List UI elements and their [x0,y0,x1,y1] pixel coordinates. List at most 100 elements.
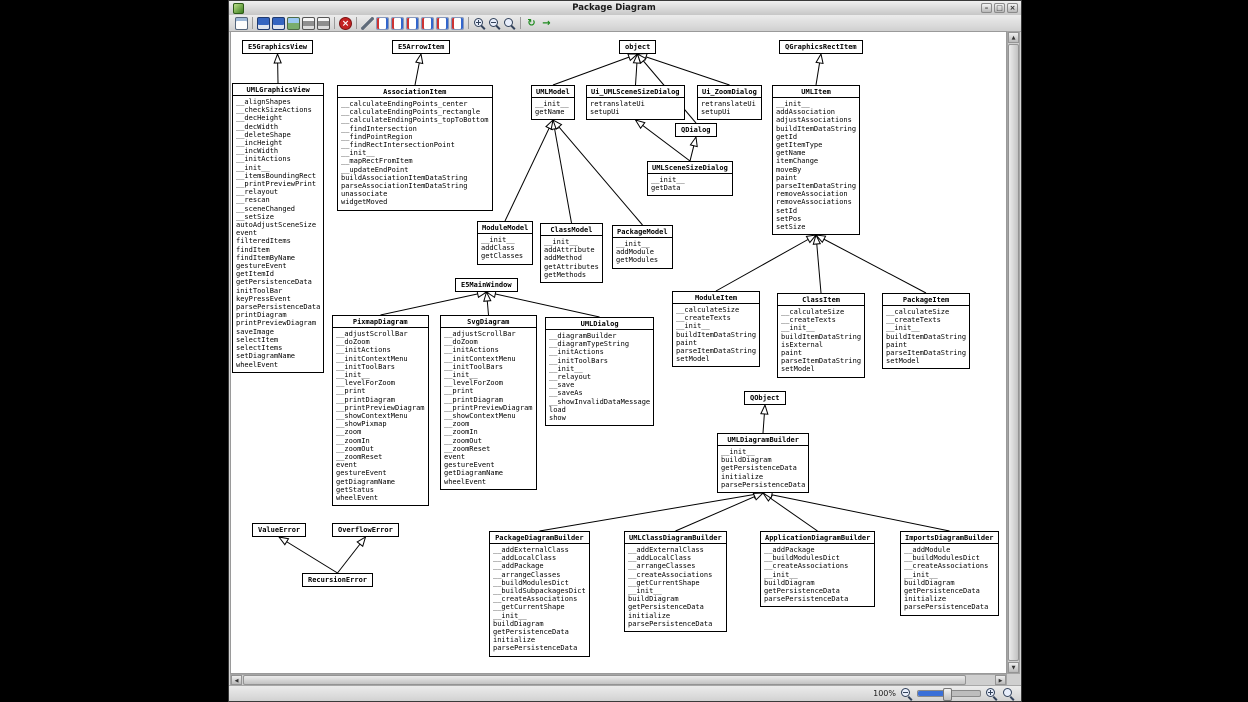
zoom-reset-icon[interactable] [1002,687,1015,700]
class-members: __addPackage__buildModulesDict__createAs… [761,544,874,606]
class-box-E5ArrowItem[interactable]: E5ArrowItem [392,40,450,54]
class-box-E5GraphicsView[interactable]: E5GraphicsView [242,40,313,54]
class-name: E5GraphicsView [243,41,312,53]
class-box-Ui_ZoomDialog[interactable]: Ui_ZoomDialogretranslateUisetupUi [697,85,762,120]
class-box-PackageItem[interactable]: PackageItem__calculateSize__createTexts_… [882,293,970,369]
class-box-UMLClassDiagramBuilder[interactable]: UMLClassDiagramBuilder__addExternalClass… [624,531,727,632]
class-members: __adjustScrollBar__doZoom__initActions__… [441,328,536,489]
class-name: Ui_UMLSceneSizeDialog [587,86,684,98]
inheritance-edge [487,292,600,317]
class-members: __addModule__buildModulesDict__createAss… [901,544,998,615]
class-members: __init__getData [648,174,732,195]
class-box-QObject[interactable]: QObject [744,391,786,405]
class-name: ValueError [253,524,305,536]
maximize-button[interactable]: □ [994,3,1005,13]
class-box-ModuleItem[interactable]: ModuleItem__calculateSize__createTexts__… [672,291,760,367]
class-box-PackageDiagramBuilder[interactable]: PackageDiagramBuilder__addExternalClass_… [489,531,590,657]
class-box-ClassModel[interactable]: ClassModel__init__addAttributeaddMethodg… [540,223,603,283]
zoom-slider-handle[interactable] [943,688,952,701]
vertical-scroll-thumb[interactable] [1008,44,1019,661]
print-preview-icon[interactable] [317,17,330,30]
class-box-UMLModel[interactable]: UMLModel__init__getName [531,85,575,120]
save-as-icon[interactable] [272,17,285,30]
class-box-QGraphicsRectItem[interactable]: QGraphicsRectItem [779,40,863,54]
align-top-icon[interactable] [421,17,434,30]
class-box-RecursionError[interactable]: RecursionError [302,573,373,587]
inheritance-edge [381,292,487,315]
zoom-in-icon[interactable] [985,687,998,700]
new-window-icon[interactable] [235,17,248,30]
class-box-UMLSceneSizeDialog[interactable]: UMLSceneSizeDialog__init__getData [647,161,733,196]
class-name: UMLModel [532,86,574,98]
zoom-reset-icon[interactable] [503,17,516,30]
class-members: __alignShapes__checkSizeActions__decHeig… [233,96,323,372]
class-box-SvgDiagram[interactable]: SvgDiagram__adjustScrollBar__doZoom__ini… [440,315,537,490]
close-diagram-icon[interactable]: × [339,17,352,30]
zoom-slider[interactable] [917,690,981,697]
class-box-PixmapDiagram[interactable]: PixmapDiagram__adjustScrollBar__doZoom__… [332,315,429,506]
class-box-ClassItem[interactable]: ClassItem__calculateSize__createTexts__i… [777,293,865,378]
align-left-icon[interactable] [376,17,389,30]
class-box-Ui_UMLSceneSizeDialog[interactable]: Ui_UMLSceneSizeDialogretranslateUisetupU… [586,85,685,120]
inheritance-arrowhead [357,537,365,546]
associate-icon[interactable] [361,17,374,30]
inheritance-arrowhead [816,54,823,63]
class-members: __init__getName [532,98,574,119]
inheritance-arrowhead [761,405,768,414]
window-controls: – □ × [981,3,1018,13]
class-members: __init__addModulegetModules [613,238,672,268]
align-right-icon[interactable] [406,17,419,30]
scroll-down-button[interactable]: ▼ [1008,662,1019,673]
class-members: __calculateSize__createTexts__init__buil… [673,304,759,366]
class-box-UMLDiagramBuilder[interactable]: UMLDiagramBuilder__init__buildDiagramget… [717,433,809,493]
class-name: object [620,41,655,53]
class-box-UMLItem[interactable]: UMLItem__init__addAssociationadjustAssoc… [772,85,860,235]
class-box-ImportsDiagramBuilder[interactable]: ImportsDiagramBuilder__addModule__buildM… [900,531,999,616]
minimize-button[interactable]: – [981,3,992,13]
rescan-icon[interactable]: → [540,17,553,30]
diagram-canvas[interactable]: E5GraphicsView E5ArrowItem object QGraphics… [230,31,1007,674]
scroll-up-button[interactable]: ▲ [1008,32,1019,43]
class-name: OverflowError [333,524,398,536]
class-box-ValueError[interactable]: ValueError [252,523,306,537]
class-name: PackageItem [883,294,969,306]
relayout-icon[interactable]: ↻ [525,17,538,30]
close-button[interactable]: × [1007,3,1018,13]
class-box-OverflowError[interactable]: OverflowError [332,523,399,537]
align-vcenter-icon[interactable] [436,17,449,30]
class-members: __calculateEndingPoints_center__calculat… [338,98,492,210]
save-image-icon[interactable] [287,17,300,30]
class-name: SvgDiagram [441,316,536,328]
class-box-UMLDialog[interactable]: UMLDialog__diagramBuilder__diagramTypeSt… [545,317,654,426]
inheritance-arrowhead [753,493,763,500]
class-box-ApplicationDiagramBuilder[interactable]: ApplicationDiagramBuilder__addPackage__b… [760,531,875,607]
save-icon[interactable] [257,17,270,30]
window-title: Package Diagram [247,3,981,13]
app-icon [233,3,244,14]
class-name: PackageModel [613,226,672,238]
zoom-out-icon[interactable] [900,687,913,700]
inheritance-arrowhead [279,537,288,545]
class-box-object[interactable]: object [619,40,656,54]
align-hcenter-icon[interactable] [391,17,404,30]
titlebar[interactable]: Package Diagram – □ × [229,1,1021,16]
class-members: __calculateSize__createTexts__init__buil… [778,306,864,377]
class-box-PackageModel[interactable]: PackageModel__init__addModulegetModules [612,225,673,269]
class-box-E5MainWindow[interactable]: E5MainWindow [455,278,518,292]
class-box-AssociationItem[interactable]: AssociationItem__calculateEndingPoints_c… [337,85,493,211]
zoom-out-icon[interactable] [488,17,501,30]
horizontal-scroll-thumb[interactable] [243,675,966,685]
print-icon[interactable] [302,17,315,30]
class-box-QDialog[interactable]: QDialog [675,123,717,137]
class-box-UMLGraphicsView[interactable]: UMLGraphicsView__alignShapes__checkSizeA… [232,83,324,373]
vertical-scrollbar[interactable]: ▲ ▼ [1007,31,1020,674]
class-name: ModuleModel [478,222,532,234]
zoom-in-icon[interactable] [473,17,486,30]
class-name: UMLSceneSizeDialog [648,162,732,174]
align-bottom-icon[interactable] [451,17,464,30]
class-box-ModuleModel[interactable]: ModuleModel__init__addClassgetClasses [477,221,533,265]
class-name: UMLDialog [546,318,653,330]
inheritance-edge [816,235,926,293]
scroll-left-button[interactable]: ◀ [231,675,242,685]
scroll-right-button[interactable]: ▶ [995,675,1006,685]
